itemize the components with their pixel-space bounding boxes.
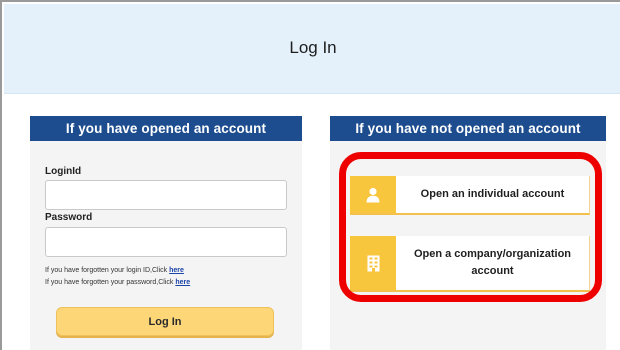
person-icon bbox=[350, 176, 396, 213]
forgot-password-note: If you have forgotten your password,Clic… bbox=[45, 279, 190, 286]
page-title: Log In bbox=[289, 38, 337, 57]
forgot-password-link[interactable]: here bbox=[175, 279, 190, 286]
page-header: Log In bbox=[4, 4, 620, 94]
open-account-card: If you have not opened an account Open a… bbox=[330, 116, 606, 350]
password-label: Password bbox=[45, 212, 93, 223]
forgot-id-note: If you have forgotten your login ID,Clic… bbox=[45, 267, 184, 274]
open-company-account-button[interactable]: Open a company/organization account bbox=[350, 236, 590, 292]
open-individual-account-button[interactable]: Open an individual account bbox=[350, 176, 590, 215]
login-card-heading: If you have opened an account bbox=[30, 116, 302, 141]
password-input[interactable] bbox=[45, 227, 287, 257]
building-icon bbox=[350, 236, 396, 290]
open-company-account-label: Open a company/organization account bbox=[413, 248, 572, 277]
forgot-id-link[interactable]: here bbox=[169, 267, 184, 274]
login-button[interactable]: Log In bbox=[56, 307, 274, 336]
page-frame: Log In If you have opened an account Log… bbox=[0, 0, 620, 350]
login-id-label: LoginId bbox=[45, 166, 82, 177]
forgot-id-text: If you have forgotten your login ID,Clic… bbox=[45, 267, 170, 274]
login-card: If you have opened an account LoginId Pa… bbox=[30, 116, 302, 350]
open-individual-account-label: Open an individual account bbox=[420, 188, 565, 200]
forgot-password-text: If you have forgotten your password,Clic… bbox=[45, 279, 176, 286]
open-account-card-heading: If you have not opened an account bbox=[330, 116, 606, 141]
login-id-input[interactable] bbox=[45, 180, 287, 210]
